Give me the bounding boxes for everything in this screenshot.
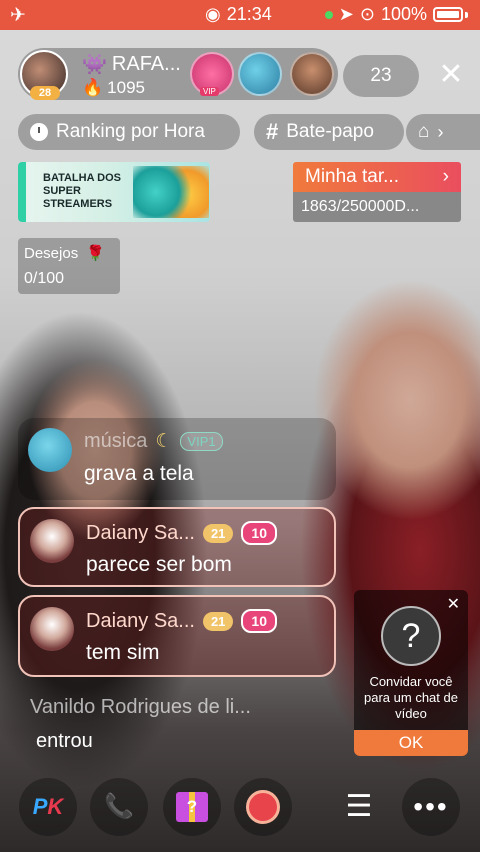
- battery-percent: 100%: [380, 4, 427, 24]
- host-fire-count: 1095: [107, 78, 145, 97]
- more-pills-button[interactable]: ⌂ ›: [406, 114, 480, 150]
- house-play-icon: ⌂: [418, 121, 430, 142]
- more-dots-icon: •••: [413, 791, 449, 822]
- alien-icon: 👾: [82, 54, 107, 76]
- heart-badge: 10: [241, 609, 277, 633]
- wishes-title: Desejos: [24, 244, 79, 262]
- phone-video-icon: 📞: [104, 793, 134, 820]
- chat-avatar[interactable]: [28, 428, 72, 472]
- wishes-panel[interactable]: Desejos 🌹 0/100: [18, 238, 120, 294]
- mic-indicator-icon: [324, 10, 333, 19]
- ranking-label: Ranking por Hora: [56, 121, 205, 142]
- level-badge: 21: [202, 523, 234, 543]
- vip-badge: VIP1: [180, 432, 223, 451]
- gift-button[interactable]: ?: [163, 778, 221, 836]
- airplane-icon: ✈: [10, 5, 26, 26]
- heart-badge: 10: [241, 521, 277, 545]
- mission-progress: 1863/250000D...: [293, 192, 461, 222]
- video-call-button[interactable]: 📞: [90, 778, 148, 836]
- viewer-avatar[interactable]: [238, 52, 282, 96]
- rose-icon: 🌹: [86, 245, 105, 262]
- viewer-avatar[interactable]: [290, 52, 334, 96]
- chat-name-row: Daiany Sa... 21 10: [86, 521, 277, 545]
- pk-button[interactable]: PK: [19, 778, 77, 836]
- mission-panel[interactable]: Minha tar... › 1863/250000D...: [293, 162, 461, 222]
- host-fire-group: 🔥 1095: [82, 78, 145, 98]
- battle-text: BATALHA DOS SUPER STREAMERS: [43, 172, 122, 210]
- pk-k: K: [47, 794, 64, 819]
- hashtag-icon: #: [266, 119, 279, 144]
- join-username: Vanildo Rodrigues de li...: [30, 696, 251, 718]
- video-chat-invite: ✕ ? Convidar você para um chat de vídeo …: [354, 590, 468, 756]
- invite-text: Convidar você para um chat de vídeo: [364, 674, 458, 721]
- close-icon[interactable]: ✕: [447, 594, 460, 614]
- viewer-count[interactable]: 23: [343, 55, 419, 97]
- chat-message[interactable]: Daiany Sa... 21 10 tem sim: [18, 595, 336, 677]
- wishes-header: Desejos 🌹: [24, 244, 114, 263]
- moon-icon: ☾: [155, 431, 173, 452]
- beauty-button[interactable]: [234, 778, 292, 836]
- chat-avatar[interactable]: [30, 519, 74, 563]
- close-icon[interactable]: ✕: [436, 58, 466, 92]
- chat-username: música: [84, 430, 148, 452]
- location-icon: ➤: [338, 4, 354, 24]
- chat-topic-button[interactable]: # Bate-papo: [254, 114, 404, 150]
- status-bar: ✈ ◉ 21:34 ➤ ⊙ 100%: [0, 0, 480, 30]
- vip-tag: VIP: [200, 87, 219, 96]
- more-button[interactable]: •••: [402, 778, 460, 836]
- chat-text: parece ser bom: [86, 553, 232, 576]
- chat-text: tem sim: [86, 641, 160, 664]
- mission-header: Minha tar... ›: [293, 162, 461, 192]
- alarm-icon: ◉: [205, 4, 221, 24]
- status-right-group: ➤ ⊙ 100%: [324, 4, 468, 25]
- status-time-group: ◉ 21:34: [205, 4, 272, 25]
- join-notice: Vanildo Rodrigues de li... entrou: [18, 688, 318, 756]
- drop-icon: [246, 790, 280, 824]
- host-name: RAFA...: [111, 53, 181, 75]
- level-badge: 21: [202, 611, 234, 631]
- ranking-button[interactable]: Ranking por Hora: [18, 114, 240, 150]
- host-level-badge: 28: [30, 86, 60, 100]
- chat-username: Daiany Sa...: [86, 521, 195, 544]
- chat-topic-label: Bate-papo: [286, 121, 374, 142]
- chat-message[interactable]: música ☾ VIP1 grava a tela: [18, 418, 336, 500]
- chat-avatar[interactable]: [30, 607, 74, 651]
- gift-box-icon: ?: [176, 792, 208, 822]
- status-time: 21:34: [226, 4, 272, 24]
- clock-icon: [30, 123, 48, 141]
- pk-p: P: [32, 794, 48, 819]
- chat-name-row: música ☾ VIP1: [84, 430, 223, 453]
- battery-icon: [433, 7, 463, 22]
- host-name-group: 👾 RAFA...: [82, 52, 181, 77]
- battle-art-icon: [133, 166, 209, 218]
- join-text: entrou: [36, 730, 93, 752]
- invite-ok-button[interactable]: OK: [354, 730, 468, 756]
- chevron-right-icon: ›: [437, 121, 444, 142]
- invite-avatar: ?: [381, 606, 441, 666]
- chat-username: Daiany Sa...: [86, 609, 195, 632]
- chevron-right-icon: ›: [442, 166, 449, 187]
- fire-icon: 🔥: [82, 78, 104, 97]
- battle-banner[interactable]: BATALHA DOS SUPER STREAMERS: [18, 162, 210, 222]
- mission-title: Minha tar...: [305, 166, 399, 187]
- hamburger-icon: ☰: [345, 790, 373, 823]
- chat-message[interactable]: Daiany Sa... 21 10 parece ser bom: [18, 507, 336, 587]
- wishes-value: 0/100: [24, 270, 65, 287]
- chat-name-row: Daiany Sa... 21 10: [86, 609, 277, 633]
- chat-text: grava a tela: [84, 462, 194, 485]
- rotation-lock-icon: ⊙: [359, 4, 375, 24]
- menu-button[interactable]: ☰: [330, 778, 388, 836]
